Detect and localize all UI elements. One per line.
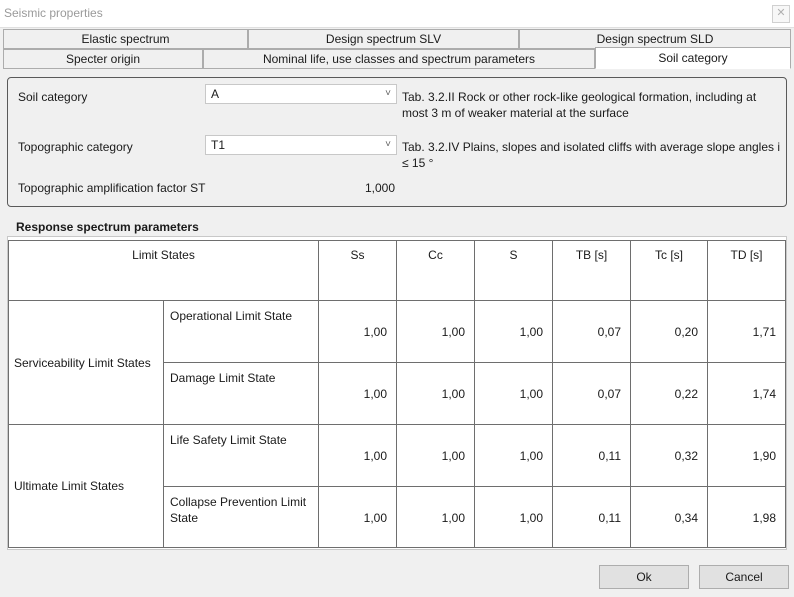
- table-cell-value: 1,00: [319, 425, 397, 487]
- soil-category-description: Tab. 3.2.II Rock or other rock-like geol…: [402, 90, 757, 120]
- table-cell-value: 1,00: [319, 301, 397, 363]
- table-cell-value: 0,20: [631, 301, 708, 363]
- header-col-6: TD [s]: [708, 240, 786, 301]
- table-cell-value: 1,00: [475, 425, 553, 487]
- limit-state-label: Operational Limit State: [164, 301, 319, 363]
- table-cell-value: 1,90: [708, 425, 786, 487]
- response-spectrum-title: Response spectrum parameters: [16, 220, 199, 234]
- title-bar: Seismic properties ✕: [0, 0, 794, 28]
- window-title: Seismic properties: [4, 6, 103, 20]
- tab-soil-category[interactable]: Soil category: [595, 47, 791, 69]
- table-cell-value: 1,74: [708, 363, 786, 425]
- topographic-category-value: T1: [211, 138, 226, 152]
- amplification-factor-label: Topographic amplification factor ST: [18, 181, 206, 195]
- tab-nominal-life[interactable]: Nominal life, use classes and spectrum p…: [203, 49, 595, 69]
- header-col-4: TB [s]: [553, 240, 631, 301]
- chevron-down-icon: ˅: [385, 88, 391, 99]
- group-label: Ultimate Limit States: [8, 425, 164, 548]
- header-limit-states: Limit States: [8, 240, 319, 301]
- table-cell-value: 1,00: [397, 425, 475, 487]
- soil-category-label: Soil category: [18, 90, 88, 104]
- table-cell-value: 1,71: [708, 301, 786, 363]
- cancel-button[interactable]: Cancel: [699, 565, 789, 589]
- limit-state-label: Damage Limit State: [164, 363, 319, 425]
- limit-state-label: Life Safety Limit State: [164, 425, 319, 487]
- header-col-3: S: [475, 240, 553, 301]
- soil-panel: Soil category A ˅ Tab. 3.2.II Rock or ot…: [7, 77, 787, 207]
- table-cell-value: 1,00: [319, 363, 397, 425]
- table-cell-value: 0,22: [631, 363, 708, 425]
- header-col-5: Tc [s]: [631, 240, 708, 301]
- chevron-down-icon: ˅: [385, 139, 391, 150]
- soil-category-value: A: [211, 87, 220, 101]
- tab-design-spectrum-sld[interactable]: Design spectrum SLD: [519, 29, 791, 49]
- table-cell-value: 1,00: [397, 301, 475, 363]
- table-cell-value: 1,98: [708, 487, 786, 548]
- table-cell-value: 1,00: [475, 301, 553, 363]
- table-cell-value: 1,00: [475, 363, 553, 425]
- header-col-2: Cc: [397, 240, 475, 301]
- table-cell-value: 1,00: [319, 487, 397, 548]
- tab-specter-origin[interactable]: Specter origin: [3, 49, 203, 69]
- topographic-category-description: Tab. 3.2.IV Plains, slopes and isolated …: [402, 140, 780, 170]
- table-cell-value: 0,07: [553, 363, 631, 425]
- amplification-factor-value: 1,000: [365, 181, 396, 195]
- group-label: Serviceability Limit States: [8, 301, 164, 425]
- table-cell-value: 0,34: [631, 487, 708, 548]
- close-icon[interactable]: ✕: [772, 5, 790, 23]
- topographic-category-label: Topographic category: [18, 140, 133, 154]
- table-cell-value: 1,00: [397, 487, 475, 548]
- table-cell-value: 1,00: [397, 363, 475, 425]
- tab-elastic-spectrum[interactable]: Elastic spectrum: [3, 29, 248, 49]
- limit-state-label: Collapse Prevention Limit State: [164, 487, 319, 548]
- table-cell-value: 1,00: [475, 487, 553, 548]
- ok-button[interactable]: Ok: [599, 565, 689, 589]
- soil-category-select[interactable]: A ˅: [205, 84, 397, 104]
- table-cell-value: 0,07: [553, 301, 631, 363]
- topographic-category-select[interactable]: T1 ˅: [205, 135, 397, 155]
- tab-design-spectrum-slv[interactable]: Design spectrum SLV: [248, 29, 519, 49]
- header-col-1: Ss: [319, 240, 397, 301]
- table-cell-value: 0,11: [553, 425, 631, 487]
- table-cell-value: 0,11: [553, 487, 631, 548]
- table-cell-value: 0,32: [631, 425, 708, 487]
